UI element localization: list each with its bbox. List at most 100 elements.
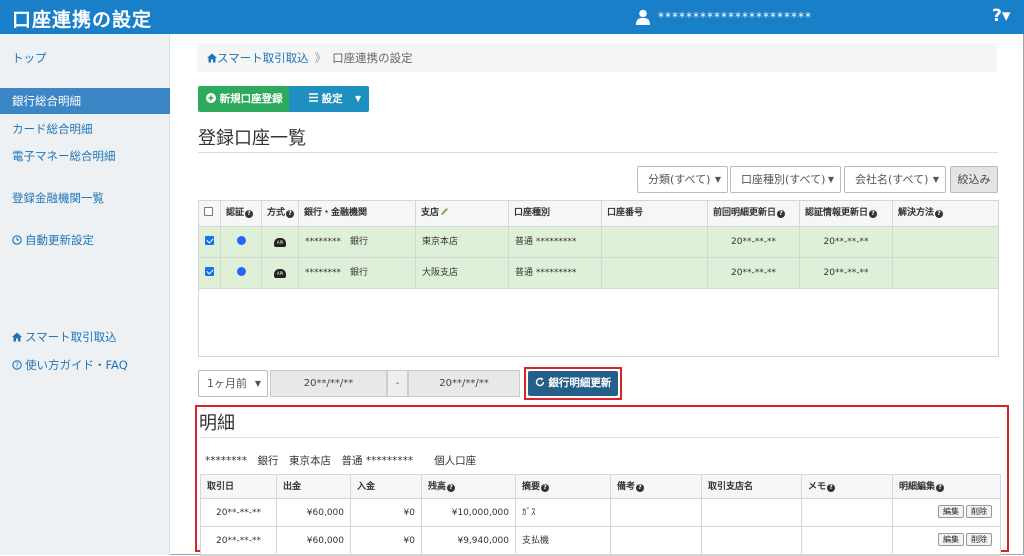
table-header-row: 取引日 出金 入金 残高? 摘要? 備考? 取引支店名 メモ? 明細編集? [201,475,1000,499]
edit-button[interactable]: 編集 [938,533,964,546]
auth-status-cell [221,227,262,257]
account-number-cell [602,227,708,257]
clock-icon [12,235,22,245]
note-cell [611,527,702,554]
accounts-section-title: 登録口座一覧 [198,128,306,149]
select-all-checkbox[interactable] [204,207,213,216]
filter-account-type-select[interactable]: 口座種別(すべて) ▼ [730,166,841,193]
user-icon [636,9,650,25]
help-icon[interactable]: ? [541,484,550,492]
column-header: 前回明細更新日? [708,201,800,226]
chevron-down-icon: ▼ [714,175,721,184]
status-dot-icon [236,236,246,245]
bank-statement-update-button[interactable]: 銀行明細更新 [528,371,618,396]
column-header: 取引支店名 [702,475,802,498]
date-range-separator: - [387,370,408,397]
caret-down-icon: ▼ [355,94,362,103]
help-icon[interactable]: ? [777,210,786,218]
sidebar-item-emoney-statements[interactable]: 電子マネー総合明細 [0,143,170,169]
date-from-input[interactable]: 20**/**/** [270,370,387,397]
column-header: メモ? [802,475,893,498]
filter-company-select[interactable]: 会社名(すべて) ▼ [844,166,946,193]
column-header: 認証? [221,201,262,226]
highlight-box: 銀行明細更新 [524,367,622,400]
statement-table: 取引日 出金 入金 残高? 摘要? 備考? 取引支店名 メモ? 明細編集? 20… [200,474,1001,556]
delete-button[interactable]: 削除 [966,505,992,518]
date-cell: 20**-**-** [201,499,277,526]
withdrawal-cell: ¥60,000 [277,527,351,554]
divider [198,152,998,153]
column-header: 残高? [422,475,516,498]
period-select[interactable]: 1ヶ月前 ▼ [198,370,268,397]
help-icon[interactable]: ? [869,210,878,218]
home-icon [207,53,217,63]
page-title: 口座連携の設定 [12,9,153,31]
row-checkbox[interactable] [205,267,214,276]
resolve-cell [893,258,998,288]
balance-cell: ¥9,940,000 [422,527,516,554]
withdrawal-cell: ¥60,000 [277,499,351,526]
sidebar-item-institutions[interactable]: 登録金融機関一覧 [0,185,170,211]
help-icon[interactable]: ? [936,484,945,492]
last-update-cell: 20**-**-** [708,258,800,288]
chevron-down-icon: ▼ [932,175,939,184]
help-icon[interactable]: ? [935,210,944,218]
sidebar-item-top[interactable]: トップ [0,45,170,71]
refresh-icon [535,377,544,387]
auth-update-cell: 20**-**-** [800,227,893,257]
help-icon[interactable]: ? [827,484,836,492]
status-dot-icon [236,267,246,276]
table-row[interactable]: API ******** 銀行 大阪支店 普通 ********* 20**-*… [199,258,998,289]
table-row: 20**-**-** ¥60,000 ¥0 ¥9,940,000 支払機 編集削… [201,527,1000,555]
branch-cell: 東京本店 [416,227,509,257]
column-header: 備考? [611,475,702,498]
auth-status-cell [221,258,262,288]
column-header: 出金 [277,475,351,498]
row-checkbox[interactable] [205,236,214,245]
table-row[interactable]: API ******** 銀行 東京本店 普通 ********* 20**-*… [199,227,998,258]
account-type-cell: 普通 ********* [509,227,602,257]
resolve-cell [893,227,998,257]
edit-button[interactable]: 編集 [938,505,964,518]
summary-cell: 支払機 [516,527,611,554]
help-icon[interactable]: ? [636,484,645,492]
new-account-button[interactable]: 新規口座登録 [198,86,289,112]
delete-button[interactable]: 削除 [966,533,992,546]
balance-cell: ¥10,000,000 [422,499,516,526]
api-cloud-icon: API [274,238,286,247]
api-cloud-icon: API [274,269,286,278]
pencil-icon [441,208,449,215]
deposit-cell: ¥0 [351,527,422,554]
settings-dropdown-button[interactable]: 設定 ▼ [289,86,369,112]
help-icon[interactable]: ? [447,484,456,492]
summary-cell: ｶﾞｽ [516,499,611,526]
svg-text:?: ? [15,362,19,370]
help-icon[interactable]: ? [286,210,295,218]
column-header: 方式? [262,201,299,226]
sidebar-item-bank-statements[interactable]: 銀行総合明細 [0,88,170,114]
user-name[interactable]: ********************** [658,10,812,24]
filter-category-select[interactable]: 分類(すべて) ▼ [637,166,728,193]
account-number-cell [602,258,708,288]
sidebar-item-smart-import[interactable]: スマート取引取込 [0,324,170,350]
bank-name-cell: ******** 銀行 [299,227,416,257]
sidebar-item-guide-faq[interactable]: ? 使い方ガイド・FAQ [0,352,170,378]
filter-apply-button[interactable]: 絞込み [950,166,998,193]
sidebar-item-auto-update[interactable]: 自動更新設定 [0,227,170,253]
edit-actions-cell: 編集 削除 [893,499,1000,526]
column-header: 認証情報更新日? [800,201,893,226]
sidebar-item-card-statements[interactable]: カード総合明細 [0,116,170,142]
method-cell: API [262,227,299,257]
chevron-down-icon: ▼ [827,175,834,184]
divider [199,437,999,438]
question-circle-icon: ? [12,360,22,370]
account-type-cell: 普通 ********* [509,258,602,288]
date-to-input[interactable]: 20**/**/** [408,370,520,397]
account-info-text: ******** 銀行 東京本店 普通 ********* 個人口座 [205,455,477,467]
breadcrumb-home-link[interactable]: スマート取引取込 [217,51,309,65]
deposit-cell: ¥0 [351,499,422,526]
help-icon[interactable]: ? [245,210,254,218]
breadcrumb-current: 口座連携の設定 [332,51,413,65]
help-menu-button[interactable]: ?▾ [992,6,1010,26]
accounts-table: 認証? 方式? 銀行・金融機関 支店 口座種別 口座番号 前回明細更新日? 認証… [198,200,999,357]
